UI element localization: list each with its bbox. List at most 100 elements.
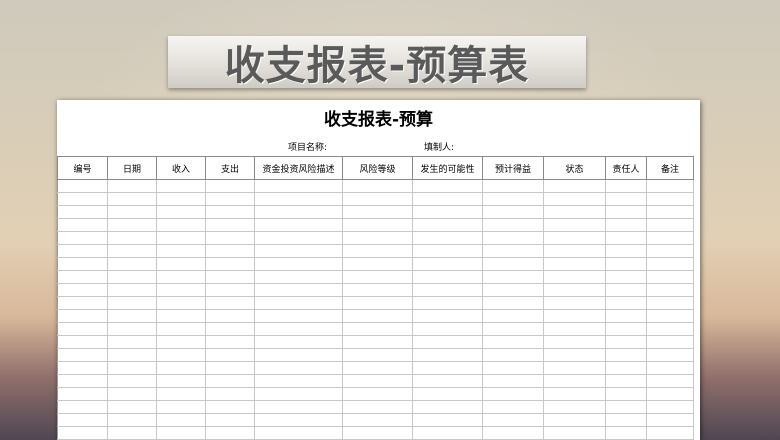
table-cell[interactable] <box>646 205 694 219</box>
table-cell[interactable] <box>646 296 694 310</box>
table-cell[interactable] <box>646 348 694 362</box>
table-cell[interactable] <box>646 283 694 297</box>
table-cell[interactable] <box>156 361 206 375</box>
table-cell[interactable] <box>605 296 647 310</box>
table-cell[interactable] <box>205 257 255 271</box>
table-cell[interactable] <box>205 192 255 206</box>
table-cell[interactable] <box>543 244 606 258</box>
table-cell[interactable] <box>107 179 157 193</box>
table-cell[interactable] <box>482 426 544 440</box>
table-cell[interactable] <box>107 205 157 219</box>
table-cell[interactable] <box>205 270 255 284</box>
table-cell[interactable] <box>482 179 544 193</box>
table-cell[interactable] <box>254 426 343 440</box>
table-cell[interactable] <box>205 361 255 375</box>
table-cell[interactable] <box>605 400 647 414</box>
table-cell[interactable] <box>412 218 483 232</box>
table-cell[interactable] <box>205 387 255 401</box>
table-cell[interactable] <box>342 374 413 388</box>
table-cell[interactable] <box>412 400 483 414</box>
table-cell[interactable] <box>57 348 108 362</box>
table-cell[interactable] <box>482 309 544 323</box>
table-cell[interactable] <box>254 387 343 401</box>
table-cell[interactable] <box>57 361 108 375</box>
table-cell[interactable] <box>57 335 108 349</box>
table-cell[interactable] <box>156 413 206 427</box>
table-cell[interactable] <box>107 322 157 336</box>
table-cell[interactable] <box>543 192 606 206</box>
table-cell[interactable] <box>482 348 544 362</box>
table-cell[interactable] <box>107 361 157 375</box>
table-cell[interactable] <box>412 205 483 219</box>
table-cell[interactable] <box>342 218 413 232</box>
table-cell[interactable] <box>57 270 108 284</box>
table-cell[interactable] <box>605 426 647 440</box>
table-cell[interactable] <box>543 387 606 401</box>
table-cell[interactable] <box>605 179 647 193</box>
table-cell[interactable] <box>254 179 343 193</box>
table-cell[interactable] <box>156 296 206 310</box>
table-cell[interactable] <box>605 192 647 206</box>
table-cell[interactable] <box>254 348 343 362</box>
table-cell[interactable] <box>605 205 647 219</box>
table-cell[interactable] <box>342 244 413 258</box>
column-header-notes[interactable]: 备注 <box>646 156 694 180</box>
table-cell[interactable] <box>57 244 108 258</box>
table-cell[interactable] <box>156 218 206 232</box>
table-cell[interactable] <box>646 179 694 193</box>
table-cell[interactable] <box>107 218 157 232</box>
table-cell[interactable] <box>57 283 108 297</box>
table-cell[interactable] <box>57 205 108 219</box>
table-cell[interactable] <box>412 348 483 362</box>
table-cell[interactable] <box>605 309 647 323</box>
table-cell[interactable] <box>646 257 694 271</box>
column-header-id[interactable]: 编号 <box>57 156 108 180</box>
table-cell[interactable] <box>482 322 544 336</box>
table-cell[interactable] <box>107 348 157 362</box>
column-header-likelihood[interactable]: 发生的可能性 <box>412 156 483 180</box>
table-cell[interactable] <box>107 413 157 427</box>
table-cell[interactable] <box>156 426 206 440</box>
table-cell[interactable] <box>342 231 413 245</box>
table-cell[interactable] <box>254 192 343 206</box>
table-cell[interactable] <box>543 257 606 271</box>
table-cell[interactable] <box>605 335 647 349</box>
table-cell[interactable] <box>543 413 606 427</box>
table-cell[interactable] <box>482 387 544 401</box>
table-cell[interactable] <box>646 218 694 232</box>
table-cell[interactable] <box>342 413 413 427</box>
table-cell[interactable] <box>482 231 544 245</box>
table-cell[interactable] <box>482 400 544 414</box>
table-cell[interactable] <box>605 413 647 427</box>
table-cell[interactable] <box>205 413 255 427</box>
table-cell[interactable] <box>412 296 483 310</box>
table-cell[interactable] <box>482 218 544 232</box>
table-cell[interactable] <box>107 270 157 284</box>
table-cell[interactable] <box>412 309 483 323</box>
table-cell[interactable] <box>412 322 483 336</box>
table-cell[interactable] <box>107 231 157 245</box>
table-cell[interactable] <box>57 374 108 388</box>
table-cell[interactable] <box>156 270 206 284</box>
table-cell[interactable] <box>605 244 647 258</box>
table-cell[interactable] <box>107 374 157 388</box>
table-cell[interactable] <box>342 179 413 193</box>
table-cell[interactable] <box>156 244 206 258</box>
table-cell[interactable] <box>205 179 255 193</box>
table-cell[interactable] <box>543 335 606 349</box>
table-cell[interactable] <box>107 244 157 258</box>
table-cell[interactable] <box>156 205 206 219</box>
table-cell[interactable] <box>412 283 483 297</box>
table-cell[interactable] <box>646 309 694 323</box>
table-cell[interactable] <box>107 387 157 401</box>
table-cell[interactable] <box>605 374 647 388</box>
table-cell[interactable] <box>57 322 108 336</box>
table-cell[interactable] <box>412 244 483 258</box>
table-cell[interactable] <box>254 322 343 336</box>
table-cell[interactable] <box>605 231 647 245</box>
table-cell[interactable] <box>156 309 206 323</box>
table-cell[interactable] <box>107 426 157 440</box>
table-cell[interactable] <box>543 361 606 375</box>
table-cell[interactable] <box>254 257 343 271</box>
column-header-risk-level[interactable]: 风险等级 <box>342 156 413 180</box>
